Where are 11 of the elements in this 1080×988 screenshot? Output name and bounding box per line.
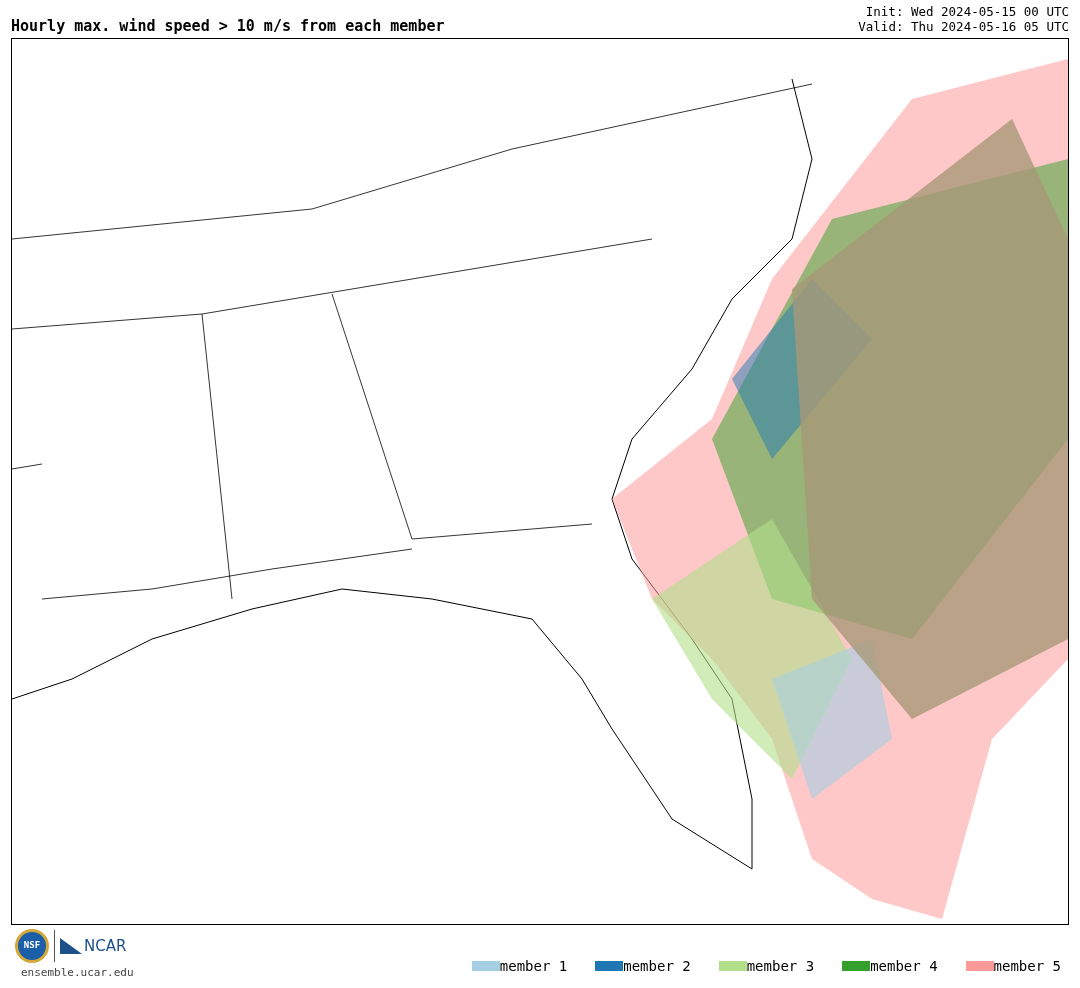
legend-label: member 4 xyxy=(870,959,938,973)
legend-label: member 2 xyxy=(623,959,691,973)
nsf-logo: NSF xyxy=(15,929,49,963)
chart-title: Hourly max. wind speed > 10 m/s from each member xyxy=(11,19,445,34)
ncar-logo: NCAR xyxy=(60,934,127,958)
valid-time: Valid: Thu 2024-05-16 05 UTC xyxy=(858,19,1069,34)
website-url: ensemble.ucar.edu xyxy=(20,965,134,981)
legend-label: member 5 xyxy=(993,959,1061,973)
legend-label: member 1 xyxy=(499,959,568,973)
legend-label: member 3 xyxy=(746,959,815,973)
init-time: Init: Wed 2024-05-15 00 UTC xyxy=(865,4,1069,19)
